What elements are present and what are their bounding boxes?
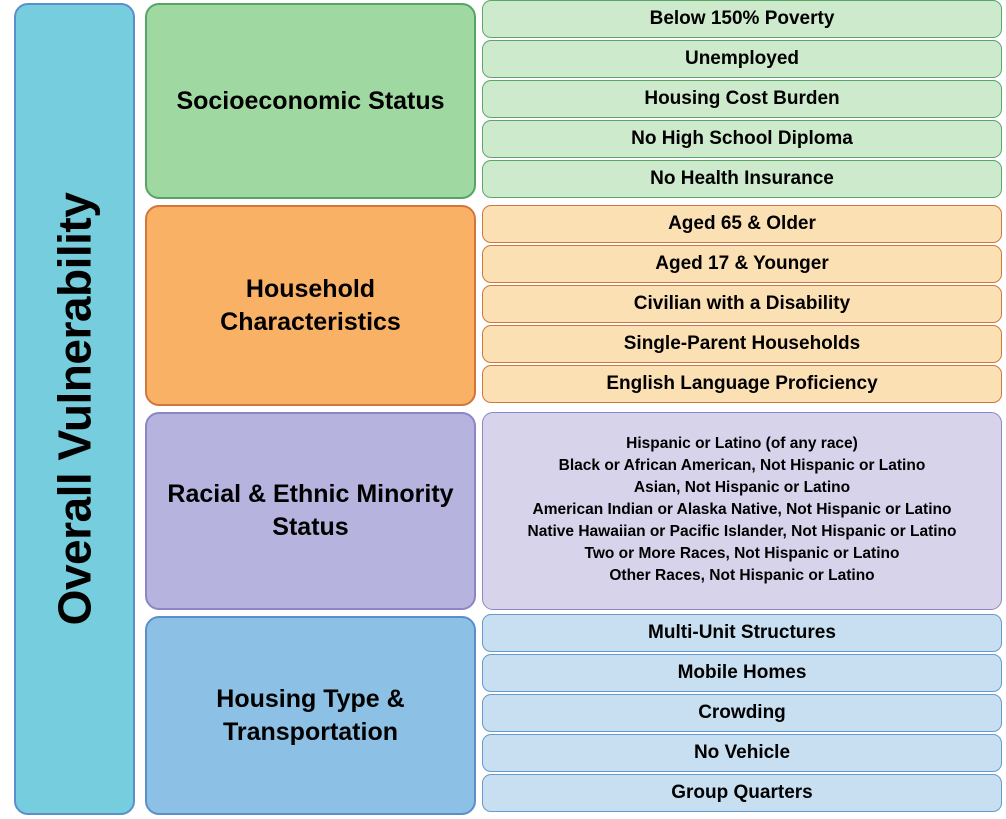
variable-label: Other Races, Not Hispanic or Latino	[609, 567, 875, 584]
variable-label: Mobile Homes	[677, 662, 807, 683]
variable-label: Native Hawaiian or Pacific Islander, Not…	[527, 523, 957, 540]
variable-item: Crowding	[482, 694, 1002, 732]
variable-label: Two or More Races, Not Hispanic or Latin…	[584, 545, 900, 562]
theme-box-racial-ethnic-minority-status: Racial & Ethnic Minority Status	[145, 412, 476, 610]
variable-item: Aged 17 & Younger	[482, 245, 1002, 283]
variable-item: Mobile Homes	[482, 654, 1002, 692]
variable-item: Housing Cost Burden	[482, 80, 1002, 118]
theme-box-housing-type-transportation: Housing Type & Transportation	[145, 616, 476, 815]
variable-group-household-characteristics: Aged 65 & Older Aged 17 & Younger Civili…	[482, 205, 1002, 408]
variable-label: Hispanic or Latino (of any race)	[626, 435, 858, 452]
variable-item: Group Quarters	[482, 774, 1002, 812]
svi-theme-diagram: Overall Vulnerability Socioeconomic Stat…	[0, 0, 1006, 819]
variable-item: Civilian with a Disability	[482, 285, 1002, 323]
variable-label: English Language Proficiency	[606, 373, 878, 394]
theme-box-socioeconomic-status: Socioeconomic Status	[145, 3, 476, 199]
variable-label: No High School Diploma	[631, 128, 853, 149]
theme-column: Socioeconomic Status Household Character…	[145, 0, 476, 819]
variable-group-housing-type-transportation: Multi-Unit Structures Mobile Homes Crowd…	[482, 614, 1002, 819]
variable-label: Aged 65 & Older	[668, 213, 816, 234]
variable-label: Black or African American, Not Hispanic …	[558, 457, 926, 474]
variable-item: Multi-Unit Structures	[482, 614, 1002, 652]
variable-item: No High School Diploma	[482, 120, 1002, 158]
theme-box-household-characteristics: Household Characteristics	[145, 205, 476, 406]
variable-item: Unemployed	[482, 40, 1002, 78]
variable-label: Group Quarters	[671, 782, 813, 803]
theme-label-socioeconomic-status: Socioeconomic Status	[176, 86, 445, 115]
theme-label-household-characteristics: Household Characteristics	[220, 274, 401, 336]
overall-vulnerability-label: Overall Vulnerability	[48, 192, 101, 626]
variable-label: Single-Parent Households	[623, 333, 861, 354]
variable-group-socioeconomic-status: Below 150% Poverty Unemployed Housing Co…	[482, 0, 1002, 203]
variable-label: Multi-Unit Structures	[648, 622, 836, 643]
variable-item: No Health Insurance	[482, 160, 1002, 198]
variable-label: American Indian or Alaska Native, Not Hi…	[532, 501, 952, 518]
race-ethnicity-list-box: Hispanic or Latino (of any race) Black o…	[482, 412, 1002, 610]
variable-label: Civilian with a Disability	[633, 293, 851, 314]
variable-label: Housing Cost Burden	[644, 88, 840, 109]
variable-label: No Vehicle	[693, 742, 791, 763]
overall-vulnerability-panel: Overall Vulnerability	[14, 3, 135, 815]
theme-label-housing-type-transportation: Housing Type & Transportation	[216, 684, 405, 746]
variable-label: Crowding	[698, 702, 786, 723]
variable-item: Single-Parent Households	[482, 325, 1002, 363]
variable-label: Below 150% Poverty	[649, 8, 835, 29]
variable-label: Unemployed	[684, 48, 800, 69]
variable-group-racial-ethnic-minority-status: Hispanic or Latino (of any race) Black o…	[482, 412, 1002, 610]
variable-item: Below 150% Poverty	[482, 0, 1002, 38]
variable-item: English Language Proficiency	[482, 365, 1002, 403]
variable-item: Aged 65 & Older	[482, 205, 1002, 243]
variable-label: Aged 17 & Younger	[655, 253, 829, 274]
variable-label: No Health Insurance	[650, 168, 834, 189]
theme-label-racial-ethnic-minority-status: Racial & Ethnic Minority Status	[167, 480, 454, 541]
variable-column: Below 150% Poverty Unemployed Housing Co…	[482, 0, 1002, 819]
variable-item: No Vehicle	[482, 734, 1002, 772]
variable-label: Asian, Not Hispanic or Latino	[633, 479, 851, 496]
